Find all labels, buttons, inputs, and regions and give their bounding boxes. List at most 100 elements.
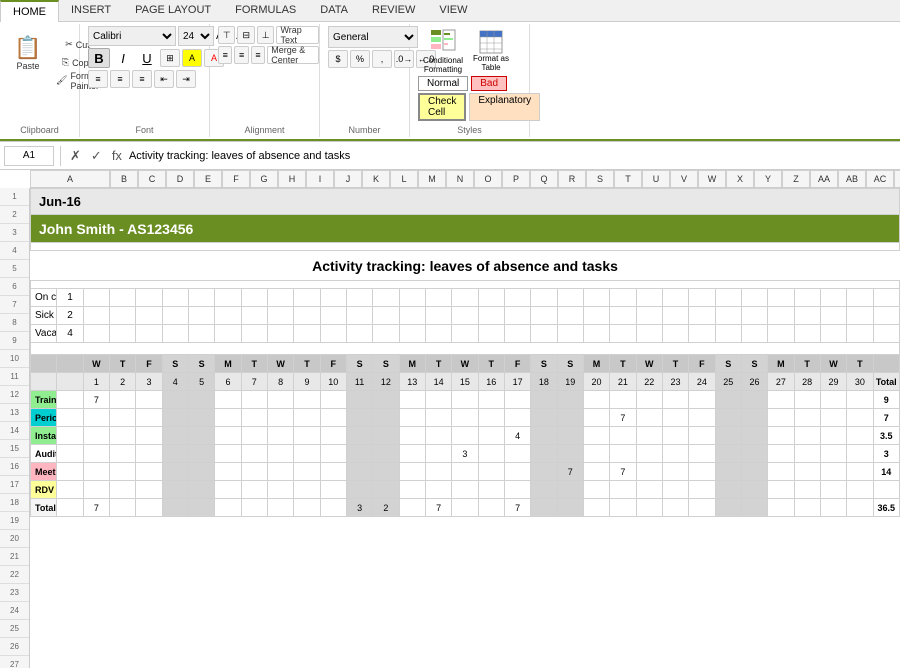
- col-header-AC: AC: [866, 170, 894, 188]
- col-header-N: N: [446, 170, 474, 188]
- task-val-1-12: [399, 409, 425, 427]
- style-explanatory-button[interactable]: Explanatory: [469, 93, 540, 121]
- leave-empty: [83, 289, 109, 307]
- tab-insert[interactable]: INSERT: [59, 0, 123, 21]
- tab-data[interactable]: DATA: [308, 0, 360, 21]
- underline-button[interactable]: U: [136, 48, 158, 68]
- fill-color-button[interactable]: A: [182, 49, 202, 67]
- border-button[interactable]: ⊞: [160, 49, 180, 67]
- leave-type-label-0: On call: [31, 289, 57, 307]
- italic-button[interactable]: I: [112, 48, 134, 68]
- formula-input[interactable]: [129, 150, 896, 162]
- font-size-select[interactable]: 24: [178, 26, 214, 46]
- task-val-0-29: [847, 391, 873, 409]
- leave-empty: [136, 307, 162, 325]
- task-val-4-16: [504, 463, 530, 481]
- task-code-4: [57, 463, 83, 481]
- dow-1: T: [109, 355, 135, 373]
- daynum-label: [31, 373, 57, 391]
- task-val-2-10: [346, 427, 372, 445]
- leave-empty: [478, 325, 504, 343]
- task-val-1-29: [847, 409, 873, 427]
- cancel-formula-icon[interactable]: ✗: [67, 148, 84, 164]
- wrap-text-button[interactable]: Wrap Text: [276, 26, 319, 44]
- task-val-2-22: [662, 427, 688, 445]
- col-header-J: J: [334, 170, 362, 188]
- tab-page-layout[interactable]: PAGE LAYOUT: [123, 0, 223, 21]
- cell-reference-box[interactable]: [4, 146, 54, 166]
- format-as-table-button[interactable]: Format as Table: [471, 30, 511, 72]
- task-val-5-18: [557, 481, 583, 499]
- currency-button[interactable]: $: [328, 50, 348, 68]
- leave-empty: [741, 325, 767, 343]
- leave-empty: [741, 289, 767, 307]
- style-check-cell-button[interactable]: Check Cell: [418, 93, 466, 121]
- task-total-1: 7: [873, 409, 900, 427]
- task-val-4-7: [267, 463, 293, 481]
- middle-align-button[interactable]: ⊟: [237, 26, 254, 44]
- row-num-1: 1: [0, 188, 29, 206]
- task-val-2-7: [267, 427, 293, 445]
- task-val-2-24: [715, 427, 741, 445]
- ribbon-group-font: Calibri 24 A▲ A▼ B I U ⊞ A A: [80, 24, 210, 137]
- col-header-Q: Q: [530, 170, 558, 188]
- leave-empty: [662, 325, 688, 343]
- merge-center-button[interactable]: Merge & Center: [267, 46, 319, 64]
- task-val-5-3: [162, 481, 188, 499]
- style-normal-button[interactable]: Normal: [418, 76, 468, 91]
- col-header-L: L: [390, 170, 418, 188]
- font-name-select[interactable]: Calibri: [88, 26, 176, 46]
- comma-button[interactable]: ,: [372, 50, 392, 68]
- tab-view[interactable]: VIEW: [427, 0, 479, 21]
- col-header-U: U: [642, 170, 670, 188]
- daynum-19: 19: [557, 373, 583, 391]
- daynum-21: 21: [610, 373, 636, 391]
- align-left-btn2[interactable]: ≡: [218, 46, 232, 64]
- bold-button[interactable]: B: [88, 48, 110, 68]
- col-header-T: T: [614, 170, 642, 188]
- confirm-formula-icon[interactable]: ✓: [88, 148, 105, 164]
- task-val-2-6: [241, 427, 267, 445]
- top-align-button[interactable]: ⊤: [218, 26, 235, 44]
- align-center-btn2[interactable]: ≡: [234, 46, 248, 64]
- dow-3: S: [162, 355, 188, 373]
- task-val-6-23: [689, 499, 715, 517]
- leave-type-label-2: Vacation: [31, 325, 57, 343]
- leave-empty: [557, 289, 583, 307]
- tab-home[interactable]: HOME: [0, 0, 59, 22]
- task-val-0-2: [136, 391, 162, 409]
- ribbon-group-alignment: ⊤ ⊟ ⊥ Wrap Text ≡ ≡ ≡ Merge & Center Ali…: [210, 24, 320, 137]
- paste-button[interactable]: 📋 Paste: [8, 26, 48, 80]
- task-val-5-1: [109, 481, 135, 499]
- task-val-2-0: [83, 427, 109, 445]
- insert-function-icon[interactable]: fx: [109, 148, 125, 163]
- task-val-0-6: [241, 391, 267, 409]
- styles-label: Styles: [410, 125, 529, 135]
- leave-empty: [873, 289, 900, 307]
- bottom-align-button[interactable]: ⊥: [257, 26, 274, 44]
- dow-25: S: [741, 355, 767, 373]
- task-val-2-28: [820, 427, 846, 445]
- align-right-btn2[interactable]: ≡: [251, 46, 265, 64]
- row-num-5: 5: [0, 260, 29, 278]
- conditional-formatting-button[interactable]: Conditional Formatting: [418, 28, 468, 74]
- decrease-indent-button[interactable]: ⇤: [154, 70, 174, 88]
- task-total-5: [873, 481, 900, 499]
- increase-indent-button[interactable]: ⇥: [176, 70, 196, 88]
- number-format-select[interactable]: General: [328, 26, 418, 48]
- task-total-6: 36.5: [873, 499, 900, 517]
- align-left-button[interactable]: ≡: [88, 70, 108, 88]
- align-center-button[interactable]: ≡: [110, 70, 130, 88]
- tab-formulas[interactable]: FORMULAS: [223, 0, 308, 21]
- task-val-4-22: [662, 463, 688, 481]
- tab-review[interactable]: REVIEW: [360, 0, 427, 21]
- percent-button[interactable]: %: [350, 50, 370, 68]
- task-val-5-4: [188, 481, 214, 499]
- style-bad-button[interactable]: Bad: [471, 76, 507, 91]
- leave-empty: [820, 307, 846, 325]
- date-header-cell: Jun-16: [31, 189, 900, 215]
- align-right-button[interactable]: ≡: [132, 70, 152, 88]
- row-num-2: 2: [0, 206, 29, 224]
- leave-empty: [109, 307, 135, 325]
- daynum-22: 22: [636, 373, 662, 391]
